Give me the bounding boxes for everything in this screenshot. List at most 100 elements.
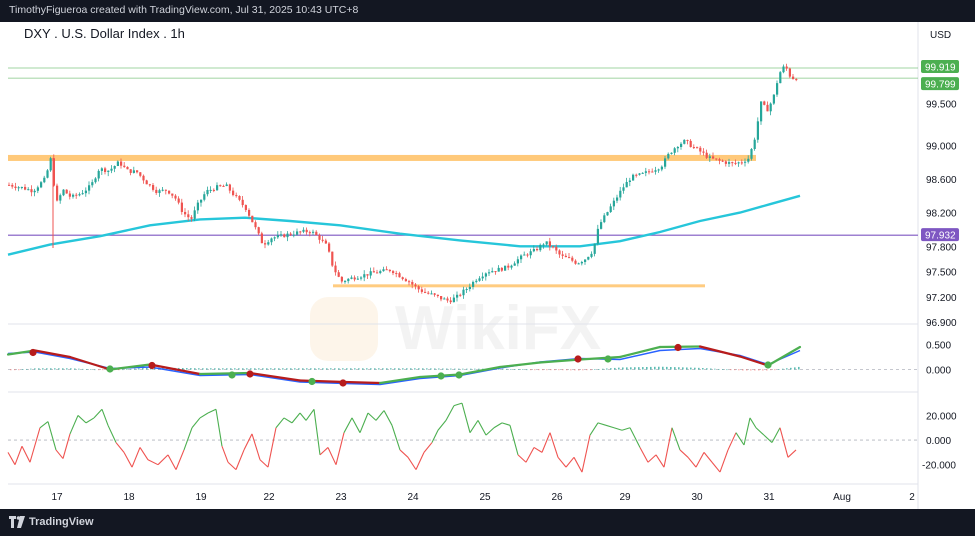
candle-body bbox=[318, 235, 321, 240]
macd-histogram-bar bbox=[302, 368, 304, 370]
macd-histogram-bar bbox=[246, 368, 248, 370]
macd-histogram-bar bbox=[750, 369, 752, 371]
macd-histogram-bar bbox=[650, 366, 652, 370]
macd-histogram-bar bbox=[666, 366, 668, 370]
candle-body bbox=[696, 147, 699, 149]
time-tick-label: 26 bbox=[551, 492, 563, 503]
candle-body bbox=[507, 265, 510, 268]
candle-body bbox=[404, 279, 407, 282]
candle-body bbox=[113, 165, 116, 169]
macd-histogram-bar bbox=[18, 369, 20, 371]
macd-histogram-bar bbox=[770, 369, 772, 371]
candle-body bbox=[180, 202, 183, 212]
macd-histogram-bar bbox=[186, 368, 188, 370]
macd-histogram-bar bbox=[362, 368, 364, 370]
macd-histogram-bar bbox=[450, 368, 452, 370]
candle-body bbox=[676, 147, 679, 149]
macd-histogram-bar bbox=[790, 367, 792, 370]
candle-body bbox=[561, 254, 564, 256]
candle-body bbox=[513, 263, 516, 266]
macd-histogram-bar bbox=[322, 368, 324, 370]
macd-histogram-bar bbox=[74, 368, 76, 370]
candle-body bbox=[590, 253, 593, 257]
candle-body bbox=[30, 189, 33, 193]
macd-histogram-bar bbox=[682, 367, 684, 370]
macd-histogram-bar bbox=[506, 368, 508, 370]
macd-histogram-bar bbox=[402, 368, 404, 370]
candle-body bbox=[504, 265, 507, 271]
candle-body bbox=[548, 241, 551, 247]
macd-histogram-bar bbox=[670, 367, 672, 370]
candle-body bbox=[558, 250, 561, 255]
candle-body bbox=[305, 229, 308, 233]
candle-body bbox=[584, 259, 587, 262]
candle-body bbox=[171, 193, 174, 196]
candle-body bbox=[430, 293, 433, 295]
candle-body bbox=[734, 162, 737, 164]
macd-histogram-bar bbox=[718, 368, 720, 370]
candle-body bbox=[62, 189, 65, 196]
candle-body bbox=[190, 217, 193, 219]
candle-body bbox=[744, 161, 747, 163]
candle-body bbox=[766, 104, 769, 112]
candle-body bbox=[782, 66, 785, 73]
candle-body bbox=[270, 238, 273, 243]
candle-body bbox=[78, 194, 81, 196]
macd-histogram-bar bbox=[242, 368, 244, 370]
candle-body bbox=[152, 185, 155, 190]
time-tick-label: 25 bbox=[479, 492, 491, 503]
candle-body bbox=[238, 195, 241, 200]
candle-body bbox=[283, 234, 286, 238]
candle-body bbox=[721, 160, 724, 162]
candle-body bbox=[449, 300, 452, 303]
macd-histogram-bar bbox=[550, 369, 552, 371]
macd-histogram-bar bbox=[262, 368, 264, 370]
macd-histogram-bar bbox=[38, 368, 40, 370]
macd-histogram-bar bbox=[338, 368, 340, 370]
candle-body bbox=[481, 276, 484, 279]
macd-histogram-bar bbox=[90, 369, 92, 370]
macd-histogram-bar bbox=[734, 369, 736, 371]
macd-signal-segment bbox=[343, 380, 382, 385]
macd-histogram-bar bbox=[278, 368, 280, 370]
macd-histogram-bar bbox=[382, 368, 384, 370]
candle-body bbox=[737, 162, 740, 164]
watermark-text: WikiFX bbox=[395, 294, 601, 363]
candle-body bbox=[606, 212, 609, 216]
candle-body bbox=[635, 174, 638, 176]
candle-body bbox=[542, 244, 545, 246]
macd-histogram-bar bbox=[354, 368, 356, 370]
candle-body bbox=[116, 161, 119, 166]
candle-body bbox=[334, 265, 337, 273]
macd-signal-segment bbox=[198, 371, 252, 376]
macd-histogram-bar bbox=[586, 369, 588, 371]
candle-body bbox=[593, 243, 596, 254]
candle-body bbox=[475, 280, 478, 282]
candle-body bbox=[494, 271, 497, 273]
candle-body bbox=[539, 244, 542, 251]
candle-body bbox=[36, 187, 39, 191]
candle-body bbox=[216, 185, 219, 191]
macd-histogram-bar bbox=[726, 369, 728, 371]
macd-histogram-bar bbox=[554, 369, 556, 371]
time-tick-label: 19 bbox=[195, 492, 207, 503]
macd-histogram-bar bbox=[66, 368, 68, 370]
candle-body bbox=[609, 206, 612, 213]
macd-histogram-bar bbox=[26, 368, 28, 370]
price-tick-label: 97.200 bbox=[926, 293, 957, 304]
candle-body bbox=[126, 166, 129, 170]
candle-body bbox=[686, 139, 689, 141]
candle-body bbox=[155, 189, 158, 193]
chart-title: DXY . U.S. Dollar Index . 1h bbox=[24, 26, 185, 41]
candle-body bbox=[254, 222, 257, 228]
chart-canvas[interactable]: WikiFX DXY . U.S. Dollar Index . 1h USD … bbox=[0, 22, 975, 509]
candle-body bbox=[763, 101, 766, 105]
candle-body bbox=[81, 193, 84, 195]
candle-body bbox=[545, 241, 548, 245]
candle-body bbox=[779, 72, 782, 84]
candle-body bbox=[670, 152, 673, 154]
macd-histogram-bar bbox=[126, 369, 128, 370]
price-badge-label: 99.799 bbox=[925, 80, 956, 91]
time-tick-label: 29 bbox=[619, 492, 631, 503]
candle-body bbox=[731, 162, 734, 164]
